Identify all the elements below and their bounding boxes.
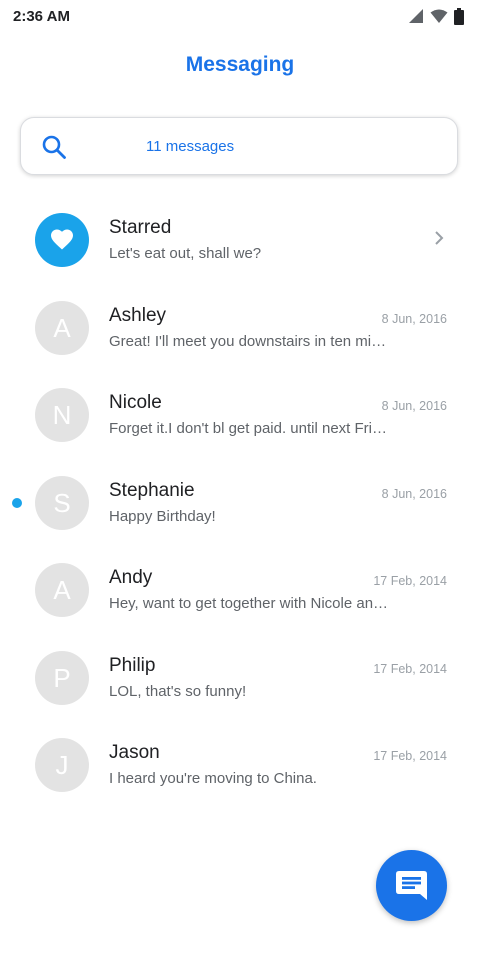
conversation-snippet: I heard you're moving to China. — [109, 770, 317, 787]
search-icon — [42, 135, 66, 159]
conversation-item[interactable]: N Nicole 8 Jun, 2016 Forget it.I don't b… — [0, 371, 480, 459]
avatar: S — [35, 475, 89, 530]
conversation-item[interactable]: A Ashley 8 Jun, 2016 Great! I'll meet yo… — [0, 284, 480, 372]
chevron-right-icon — [435, 231, 444, 245]
avatar: N — [35, 388, 89, 442]
search-label: 11 messages — [146, 138, 235, 155]
avatar: J — [35, 738, 89, 792]
conversation-snippet: Happy Birthday! — [109, 507, 216, 525]
unread-indicator — [12, 497, 22, 508]
conversation-item[interactable]: A Andy 17 Feb, 2014 Hey, want to get tog… — [0, 546, 480, 634]
status-bar: 2:36 AM — [0, 0, 480, 34]
conversation-item[interactable]: J Jason 17 Feb, 2014 I heard you're movi… — [0, 721, 480, 809]
compose-message-icon — [396, 871, 427, 900]
conversation-name: Starred — [109, 217, 172, 238]
conversation-date: 8 Jun, 2016 — [381, 311, 447, 326]
battery-icon — [454, 7, 464, 25]
conversation-snippet: Hey, want to get together with Nicole an… — [109, 595, 391, 612]
avatar: A — [35, 563, 89, 617]
status-time: 2:36 AM — [13, 8, 70, 25]
wifi-icon — [430, 9, 448, 23]
conversation-item-starred[interactable]: Starred Let's eat out, shall we? — [0, 196, 480, 284]
compose-button[interactable] — [376, 850, 447, 921]
conversation-date: 17 Feb, 2014 — [373, 661, 447, 676]
conversation-snippet: Great! I'll meet you downstairs in ten m… — [109, 332, 391, 350]
conversation-name: Andy — [109, 567, 153, 588]
conversation-name: Ashley — [109, 304, 167, 326]
conversation-name: Stephanie — [109, 479, 195, 501]
search-bar[interactable]: 11 messages — [20, 117, 458, 175]
signal-icon — [409, 9, 423, 23]
conversation-snippet: Forget it.I don't bl get paid. until nex… — [109, 420, 391, 437]
conversation-list: Starred Let's eat out, shall we? A Ashle… — [0, 196, 480, 809]
conversation-snippet: LOL, that's so funny! — [109, 682, 247, 700]
page-title: Messaging — [185, 53, 295, 76]
conversation-name: Nicole — [109, 392, 162, 413]
conversation-date: 17 Feb, 2014 — [373, 749, 447, 763]
status-icons — [408, 7, 464, 25]
conversation-item[interactable]: P Philip 17 Feb, 2014 LOL, that's so fun… — [0, 634, 480, 722]
conversation-item[interactable]: S Stephanie 8 Jun, 2016 Happy Birthday! — [0, 459, 480, 547]
conversation-snippet: Let's eat out, shall we? — [109, 245, 262, 262]
heart-icon — [51, 229, 73, 250]
conversation-name: Philip — [109, 654, 156, 676]
avatar: P — [35, 650, 89, 705]
conversation-name: Jason — [109, 742, 160, 763]
conversation-date: 17 Feb, 2014 — [373, 574, 447, 588]
conversation-date: 8 Jun, 2016 — [381, 486, 447, 501]
avatar: A — [35, 300, 89, 355]
starred-avatar — [35, 213, 89, 267]
conversation-date: 8 Jun, 2016 — [381, 399, 447, 413]
